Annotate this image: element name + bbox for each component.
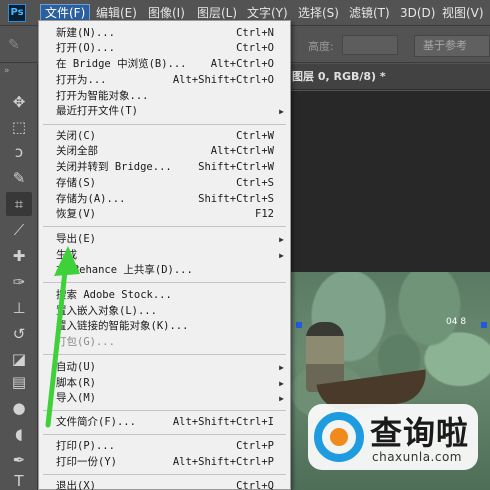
menu-item-share-on-behance[interactable]: 在 Behance 上共享(D)... <box>39 263 290 278</box>
menu-item-revert[interactable]: 恢复(V) F12 <box>39 207 290 222</box>
menu-item-scripts[interactable]: 脚本(R) ▶ <box>39 376 290 391</box>
menu-separator <box>43 282 286 283</box>
transform-handle[interactable] <box>481 322 487 328</box>
move-icon[interactable]: ✥ <box>6 90 32 114</box>
menu-item-close[interactable]: 关闭(C) Ctrl+W <box>39 129 290 144</box>
menu-item-open-as[interactable]: 打开为... Alt+Shift+Ctrl+O <box>39 73 290 88</box>
menu-item-recent-files[interactable]: 最近打开文件(T) ▶ <box>39 104 290 119</box>
history-brush-icon[interactable]: ↺ <box>6 322 32 346</box>
menu-select[interactable]: 选择(S) <box>294 4 343 22</box>
crop-icon[interactable]: ⌗ <box>6 192 32 216</box>
marquee-icon[interactable]: ⬚ <box>6 115 32 139</box>
menu-item-import[interactable]: 导入(M) ▶ <box>39 391 290 406</box>
menu-view[interactable]: 视图(V) <box>438 4 488 22</box>
watermark-logo: 查询啦 chaxunla.com <box>308 404 478 470</box>
reference-button[interactable]: 基于参考 <box>414 35 490 57</box>
eraser-icon[interactable]: ◪ <box>6 347 32 371</box>
menu-item-save[interactable]: 存储(S) Ctrl+S <box>39 176 290 191</box>
submenu-arrow-icon: ▶ <box>279 107 284 116</box>
submenu-arrow-icon: ▶ <box>279 363 284 372</box>
menu-item-browse-in-bridge[interactable]: 在 Bridge 中浏览(B)... Alt+Ctrl+O <box>39 57 290 72</box>
healing-brush-icon[interactable]: ✚ <box>6 244 32 268</box>
lasso-icon[interactable]: ↄ <box>6 140 32 164</box>
menu-separator <box>43 410 286 411</box>
submenu-arrow-icon: ▶ <box>279 251 284 260</box>
submenu-arrow-icon: ▶ <box>279 379 284 388</box>
gradient-icon[interactable]: ▤ <box>6 370 32 394</box>
menu-item-open[interactable]: 打开(O)... Ctrl+O <box>39 41 290 56</box>
watermark-search-icon <box>314 412 364 462</box>
menu-filter[interactable]: 滤镜(T) <box>345 4 394 22</box>
menu-item-export[interactable]: 导出(E) ▶ <box>39 232 290 247</box>
menu-separator <box>43 434 286 435</box>
menu-item-generate[interactable]: 生成 ▶ <box>39 248 290 263</box>
tool-preset-icon[interactable]: ✎ <box>8 37 28 53</box>
menu-item-search-adobe-stock[interactable]: 搜索 Adobe Stock... <box>39 288 290 303</box>
menu-item-open-as-smart-object[interactable]: 打开为智能对象... <box>39 89 290 104</box>
brush-icon[interactable]: ✑ <box>6 270 32 294</box>
menu-item-automate[interactable]: 自动(U) ▶ <box>39 360 290 375</box>
menu-item-print-one-copy[interactable]: 打印一份(Y) Alt+Shift+Ctrl+P <box>39 455 290 470</box>
menu-item-print[interactable]: 打印(P)... Ctrl+P <box>39 439 290 454</box>
height-label: 高度: <box>308 40 334 53</box>
menu-item-save-as[interactable]: 存储为(A)... Shift+Ctrl+S <box>39 192 290 207</box>
menu-separator <box>43 124 286 125</box>
type-icon[interactable]: T <box>6 469 32 490</box>
menu-item-place-linked[interactable]: 置入链接的智能对象(K)... <box>39 319 290 334</box>
file-menu-dropdown: 新建(N)... Ctrl+N 打开(O)... Ctrl+O 在 Bridge 中… <box>38 20 291 490</box>
submenu-arrow-icon: ▶ <box>279 235 284 244</box>
menu-item-close-and-go-to-bridge[interactable]: 关闭并转到 Bridge... Shift+Ctrl+W <box>39 160 290 175</box>
watermark-title: 查询啦 <box>370 414 470 452</box>
menu-item-package: 打包(G)... <box>56 336 115 348</box>
menu-item-place-embedded[interactable]: 置入嵌入对象(L)... <box>39 304 290 319</box>
clone-stamp-icon[interactable]: ⊥ <box>6 296 32 320</box>
menu-item-close-all[interactable]: 关闭全部 Alt+Ctrl+W <box>39 144 290 159</box>
image-size-readout: 04 8 <box>446 317 467 327</box>
menu-separator <box>43 226 286 227</box>
watermark-url: chaxunla.com <box>372 450 462 464</box>
quick-select-icon[interactable]: ✎ <box>6 166 32 190</box>
menu-item-new[interactable]: 新建(N)... Ctrl+N <box>39 26 290 41</box>
transform-handle[interactable] <box>296 322 302 328</box>
submenu-arrow-icon: ▶ <box>279 394 284 403</box>
collapse-icon[interactable]: » <box>4 66 10 76</box>
height-field[interactable] <box>342 35 398 55</box>
menu-item-exit[interactable]: 退出(X) Ctrl+Q <box>39 479 290 490</box>
menu-separator <box>43 474 286 475</box>
menu-separator <box>43 354 286 355</box>
dodge-icon[interactable]: ◖ <box>6 422 32 446</box>
eyedropper-icon[interactable]: ⟋ <box>6 218 32 242</box>
menu-3d[interactable]: 3D(D) <box>396 4 439 22</box>
tools-panel: » ✥ ⬚ ↄ ✎ ⌗ ⟋ ✚ ✑ ⊥ ↺ ◪ ▤ ● ◖ ✒ T <box>0 64 38 490</box>
menu-item-file-info[interactable]: 文件简介(F)... Alt+Shift+Ctrl+I <box>39 415 290 430</box>
blur-icon[interactable]: ● <box>6 396 32 420</box>
photoshop-logo-icon: Ps <box>8 4 26 22</box>
document-tab[interactable]: 图层 0, RGB/8) * <box>288 64 490 90</box>
